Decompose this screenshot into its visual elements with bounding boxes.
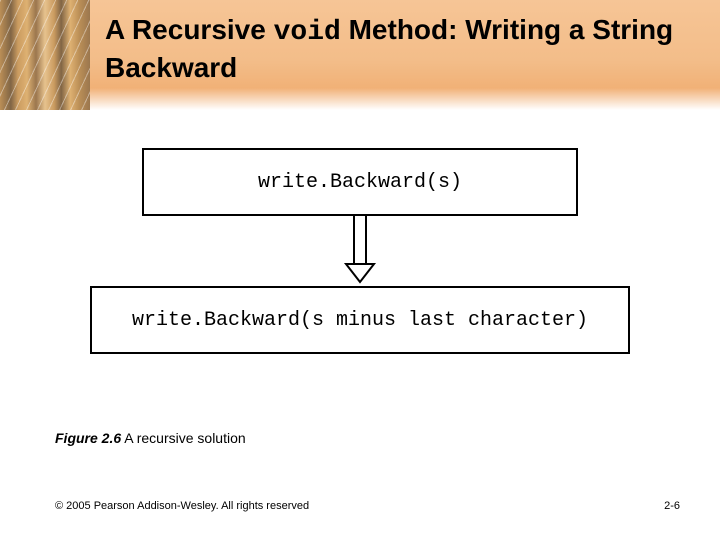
diagram-arrow <box>90 216 630 286</box>
recursion-diagram: write.Backward(s) write.Backward(s minus… <box>90 148 630 354</box>
slide-header: A Recursive void Method: Writing a Strin… <box>0 0 720 110</box>
title-part1: A Recursive <box>105 14 274 45</box>
double-arrow-down-icon <box>340 216 380 286</box>
diagram-box-top: write.Backward(s) <box>142 148 578 216</box>
page-number: 2-6 <box>664 500 680 512</box>
figure-label: Figure 2.6 <box>55 430 121 446</box>
figure-caption: Figure 2.6 A recursive solution <box>55 430 246 446</box>
copyright-text: © 2005 Pearson Addison-Wesley. All right… <box>55 500 309 512</box>
diagram-box-bottom: write.Backward(s minus last character) <box>90 286 630 354</box>
diagram-box-bottom-text: write.Backward(s minus last character) <box>132 309 588 332</box>
diagram-box-top-text: write.Backward(s) <box>258 171 462 194</box>
slide-title: A Recursive void Method: Writing a Strin… <box>105 12 705 85</box>
decorative-book-image <box>0 0 90 110</box>
title-code-keyword: void <box>274 17 341 48</box>
figure-caption-text: A recursive solution <box>124 430 245 446</box>
